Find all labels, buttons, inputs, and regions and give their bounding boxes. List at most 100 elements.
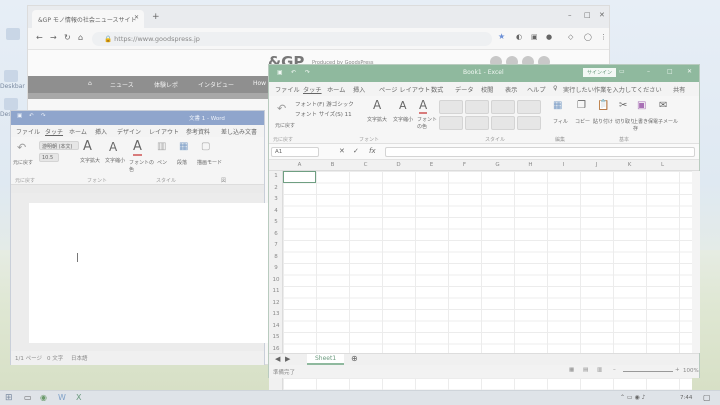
column-header[interactable]: I (547, 162, 580, 168)
word-font-select[interactable]: 游明朝 (本文) (39, 141, 79, 150)
pen-icon[interactable]: ▥ (157, 141, 166, 152)
excel-maximize-icon[interactable]: □ (667, 68, 673, 75)
paragraph-icon[interactable]: ▦ (179, 141, 188, 152)
zoom-in-icon[interactable]: + (675, 367, 680, 373)
excel-tab-data[interactable]: データ (455, 85, 474, 94)
home-icon[interactable]: ⌂ (78, 33, 83, 42)
row-header[interactable]: 16 (269, 346, 283, 352)
column-header[interactable]: E (415, 162, 448, 168)
excel-save-icon[interactable]: ▣ (277, 69, 283, 76)
style-swatch-2[interactable] (465, 100, 489, 114)
excel-shrink-font-icon[interactable]: A (399, 99, 407, 112)
word-tab-home[interactable]: ホーム (69, 127, 87, 136)
row-header[interactable]: 14 (269, 323, 283, 329)
style-swatch-6[interactable] (465, 116, 489, 130)
active-cell[interactable] (283, 171, 316, 183)
style-swatch-5[interactable] (439, 116, 463, 130)
word-tab-design[interactable]: デザイン (117, 127, 141, 136)
new-tab-icon[interactable]: + (152, 12, 160, 22)
account-icon[interactable]: ◯ (584, 33, 592, 41)
column-header[interactable]: L (646, 162, 679, 168)
normal-view-icon[interactable]: ▦ (569, 367, 574, 373)
email-icon[interactable]: ✉ (659, 100, 667, 111)
excel-redo-icon[interactable]: ↷ (305, 69, 310, 76)
style-swatch-3[interactable] (491, 100, 515, 114)
page-break-view-icon[interactable]: ▥ (597, 367, 602, 373)
excel-tab-insert[interactable]: 挿入 (353, 85, 365, 94)
excel-font-color-icon[interactable]: A (419, 98, 428, 114)
excel-icon[interactable]: X (76, 393, 81, 402)
row-header[interactable]: 6 (269, 231, 283, 237)
excel-tab-help[interactable]: ヘルプ (527, 85, 546, 94)
fx-icon[interactable]: fx (369, 147, 376, 155)
word-tab-touch[interactable]: タッチ (45, 127, 63, 136)
word-size-select[interactable]: 10.5 (39, 153, 59, 162)
fill-icon[interactable]: ▦ (553, 100, 562, 111)
column-header[interactable]: A (283, 162, 316, 168)
extensions-icon[interactable]: ◇ (568, 33, 573, 41)
excel-tab-file[interactable]: ファイル (275, 85, 300, 94)
row-header[interactable]: 10 (269, 277, 283, 283)
excel-ribbon-undo-icon[interactable]: ↶ (277, 102, 286, 115)
word-shrink-font-icon[interactable]: A (109, 140, 117, 154)
menu-icon[interactable]: ⋮ (600, 33, 607, 41)
name-box[interactable]: A1 (271, 147, 319, 157)
nav-item-news[interactable]: ニュース (110, 80, 134, 89)
maximize-icon[interactable]: □ (584, 11, 591, 19)
excel-close-icon[interactable]: ✕ (687, 68, 692, 75)
column-header[interactable]: H (514, 162, 547, 168)
cast-icon[interactable]: ▣ (531, 33, 538, 41)
nav-item-interview[interactable]: インタビュー (198, 80, 234, 89)
sheet-prev-icon[interactable]: ◀ (275, 355, 280, 363)
language[interactable]: 日本語 (71, 354, 88, 362)
tray-icons[interactable]: ⌃ ▭ ◉ ♪ (620, 394, 645, 401)
word-tab-file[interactable]: ファイル (16, 127, 40, 136)
forward-icon[interactable]: → (50, 33, 57, 42)
extension-icon[interactable]: ◐ (516, 33, 522, 41)
paste-icon[interactable]: 📋 (597, 100, 609, 111)
word-tab-mailings[interactable]: 差し込み文書 (221, 127, 257, 136)
excel-tab-view[interactable]: 表示 (505, 85, 517, 94)
sheet-tab[interactable]: Sheet1 (307, 354, 345, 365)
address-bar[interactable]: 🔒 https://www.goodspress.jp (92, 32, 492, 46)
minimize-icon[interactable]: – (568, 11, 572, 19)
column-header[interactable]: J (580, 162, 613, 168)
excel-tab-review[interactable]: 校閲 (481, 85, 493, 94)
row-header[interactable]: 11 (269, 288, 283, 294)
close-icon[interactable]: ✕ (599, 11, 605, 19)
row-header[interactable]: 3 (269, 196, 283, 202)
word-grow-font-icon[interactable]: A (83, 139, 92, 154)
task-view-icon[interactable]: ▭ (24, 393, 32, 402)
row-header[interactable]: 9 (269, 265, 283, 271)
save-overwrite-icon[interactable]: ▣ (637, 100, 646, 111)
excel-minimize-icon[interactable]: – (647, 68, 650, 75)
word-count[interactable]: 0 文字 (47, 354, 63, 362)
column-header[interactable]: F (448, 162, 481, 168)
chrome-icon[interactable]: ◉ (40, 393, 47, 402)
sheet-next-icon[interactable]: ▶ (285, 355, 290, 363)
back-icon[interactable]: ← (36, 33, 43, 42)
profile-icon[interactable]: ● (546, 33, 552, 41)
notification-icon[interactable]: ▢ (703, 393, 711, 402)
row-header[interactable]: 15 (269, 334, 283, 340)
cut-icon[interactable]: ✂ (619, 100, 627, 111)
desktop-icon[interactable] (2, 28, 24, 41)
style-swatch-4[interactable] (517, 100, 541, 114)
row-header[interactable]: 1 (269, 173, 283, 179)
excel-tab-formulas[interactable]: 数式 (431, 85, 443, 94)
browser-tab[interactable]: &GP モノ情報の社会ニュースサイト ✕ (32, 10, 144, 28)
column-header[interactable]: K (613, 162, 646, 168)
page-layout-view-icon[interactable]: ▤ (583, 367, 588, 373)
zoom-level[interactable]: 100% (683, 368, 699, 374)
undo-icon[interactable]: ↶ (29, 113, 34, 119)
add-sheet-icon[interactable]: ⊕ (351, 354, 358, 363)
share-button[interactable]: 共有 (673, 85, 685, 94)
formula-input[interactable] (385, 147, 695, 157)
excel-size-select[interactable]: フォント サイズ(S) 11 (295, 110, 352, 118)
ribbon-display-icon[interactable]: ▭ (619, 68, 625, 75)
cancel-entry-icon[interactable]: ✕ (339, 147, 345, 155)
tab-close-icon[interactable]: ✕ (134, 14, 139, 21)
excel-tab-touch[interactable]: タッチ (303, 85, 322, 94)
word-tab-layout[interactable]: レイアウト (149, 127, 179, 136)
row-header[interactable]: 2 (269, 185, 283, 191)
